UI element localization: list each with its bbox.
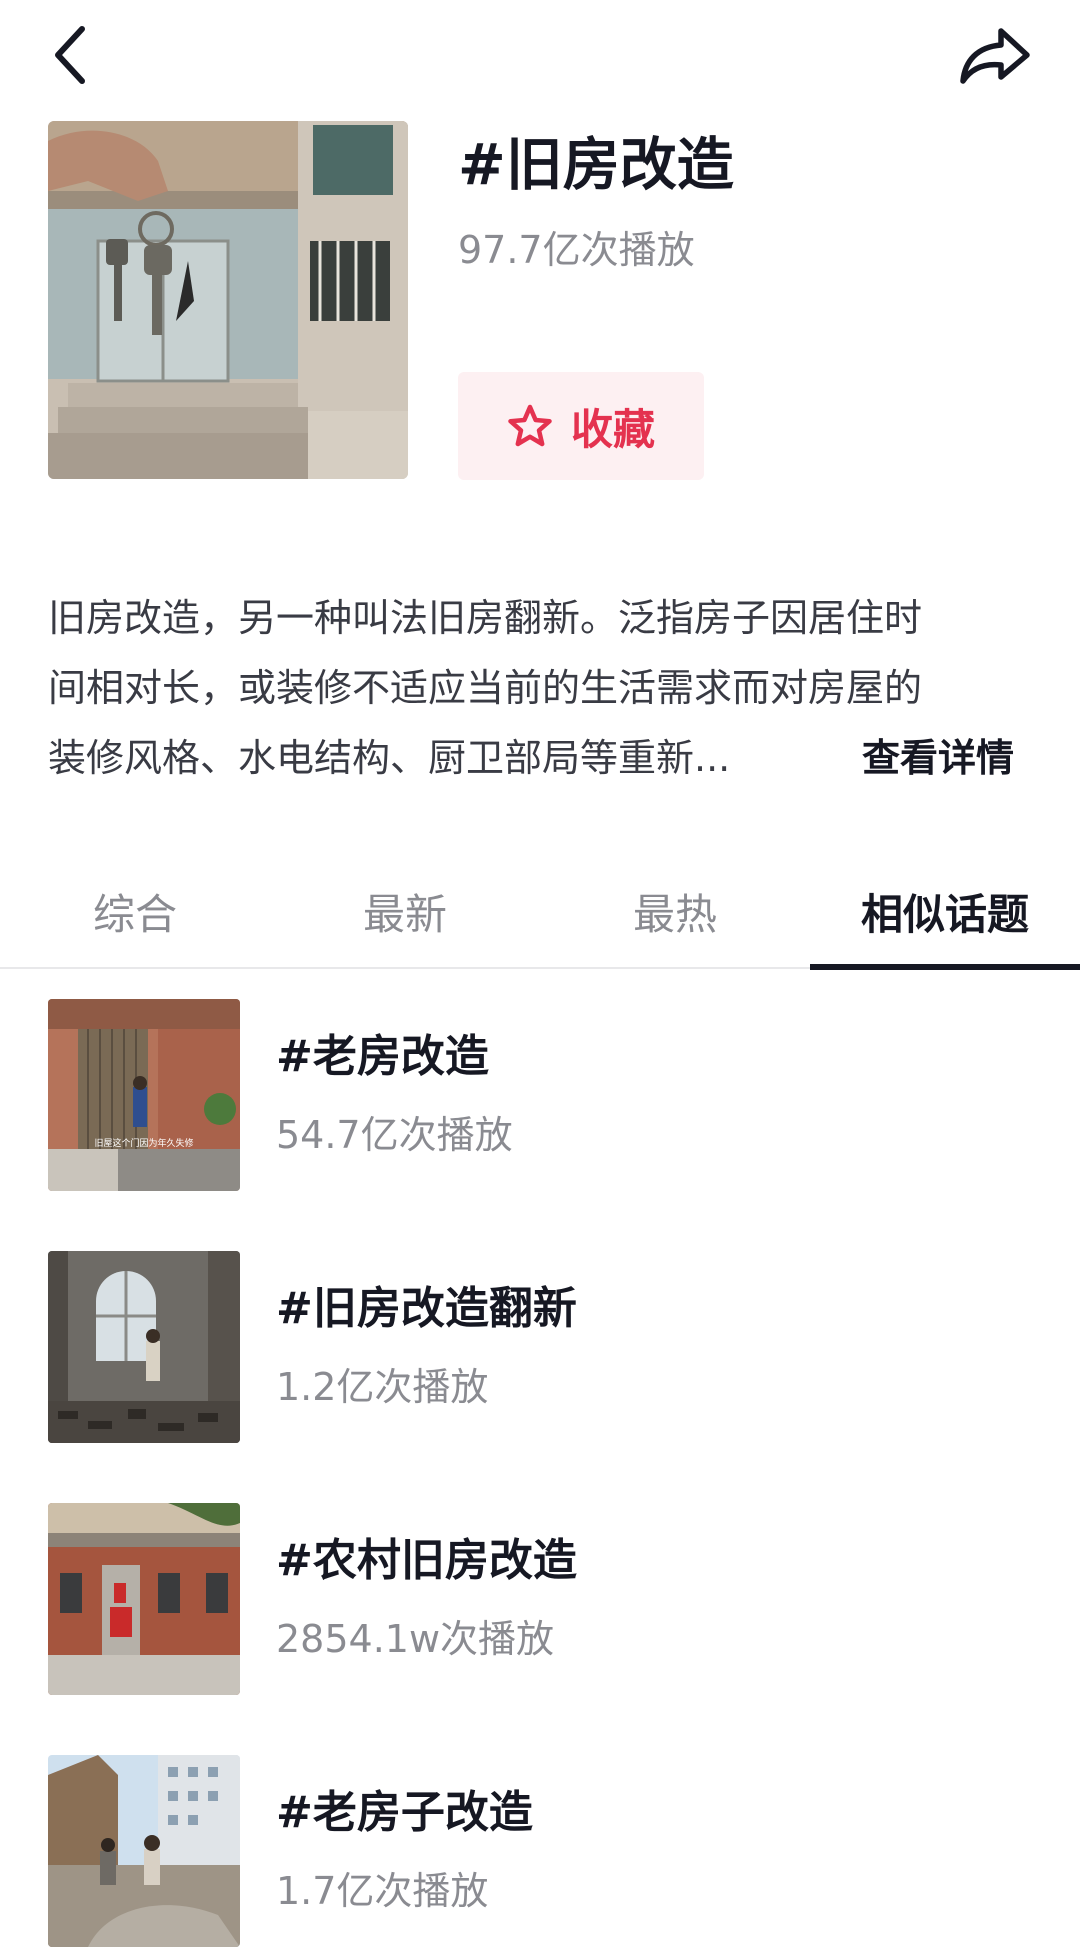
similar-topic-item[interactable]: #农村旧房改造 2854.1w次播放	[0, 1503, 1080, 1699]
similar-topic-name: #农村旧房改造	[276, 1535, 577, 1586]
similar-topic-item[interactable]: 旧屋这个门因为年久失修 #老房改造 54.7亿次播放	[0, 999, 1080, 1195]
description-line: 旧房改造，另一种叫法旧房翻新。泛指房子因居住时	[48, 596, 923, 640]
tab-bar: 综合 最新 最热 相似话题	[0, 855, 1080, 970]
topic-cover-image	[48, 121, 408, 479]
view-details-link[interactable]: 查看详情	[862, 723, 1014, 793]
similar-topic-plays: 1.7亿次播放	[276, 1869, 489, 1913]
star-outline-icon	[507, 403, 553, 449]
topic-thumbnail: 旧屋这个门因为年久失修	[48, 999, 240, 1191]
top-bar	[0, 0, 1080, 120]
topic-thumbnail	[48, 1755, 240, 1947]
similar-topic-item[interactable]: #旧房改造翻新 1.2亿次播放	[0, 1251, 1080, 1447]
similar-topic-name: #旧房改造翻新	[276, 1283, 577, 1334]
back-button[interactable]	[40, 20, 100, 90]
similar-topic-plays: 2854.1w次播放	[276, 1617, 555, 1661]
topic-play-count: 97.7亿次播放	[458, 228, 695, 272]
similar-topic-item[interactable]: #老房子改造 1.7亿次播放	[0, 1755, 1080, 1951]
similar-topic-name: #老房子改造	[276, 1787, 533, 1838]
collect-button[interactable]: 收藏	[458, 372, 704, 480]
topic-thumbnail	[48, 1503, 240, 1695]
topic-description: 旧房改造，另一种叫法旧房翻新。泛指房子因居住时 间相对长，或装修不适应当前的生活…	[48, 583, 1032, 793]
topic-thumbnail	[48, 1251, 240, 1443]
topic-title: #旧房改造	[458, 132, 734, 198]
thumbnail-caption: 旧屋这个门因为年久失修	[94, 1137, 193, 1149]
share-button[interactable]	[950, 20, 1040, 90]
similar-topic-plays: 54.7亿次播放	[276, 1113, 513, 1157]
tab-latest[interactable]: 最新	[270, 855, 540, 967]
tab-comprehensive[interactable]: 综合	[0, 855, 270, 967]
description-line: 间相对长，或装修不适应当前的生活需求而对房屋的	[48, 666, 923, 710]
similar-topic-name: #老房改造	[276, 1031, 489, 1082]
chevron-left-icon	[52, 25, 88, 85]
collect-label: 收藏	[570, 404, 655, 454]
share-arrow-icon	[957, 25, 1033, 85]
tab-similar-topics[interactable]: 相似话题	[810, 855, 1080, 970]
similar-topic-plays: 1.2亿次播放	[276, 1365, 489, 1409]
tab-hottest[interactable]: 最热	[540, 855, 810, 967]
